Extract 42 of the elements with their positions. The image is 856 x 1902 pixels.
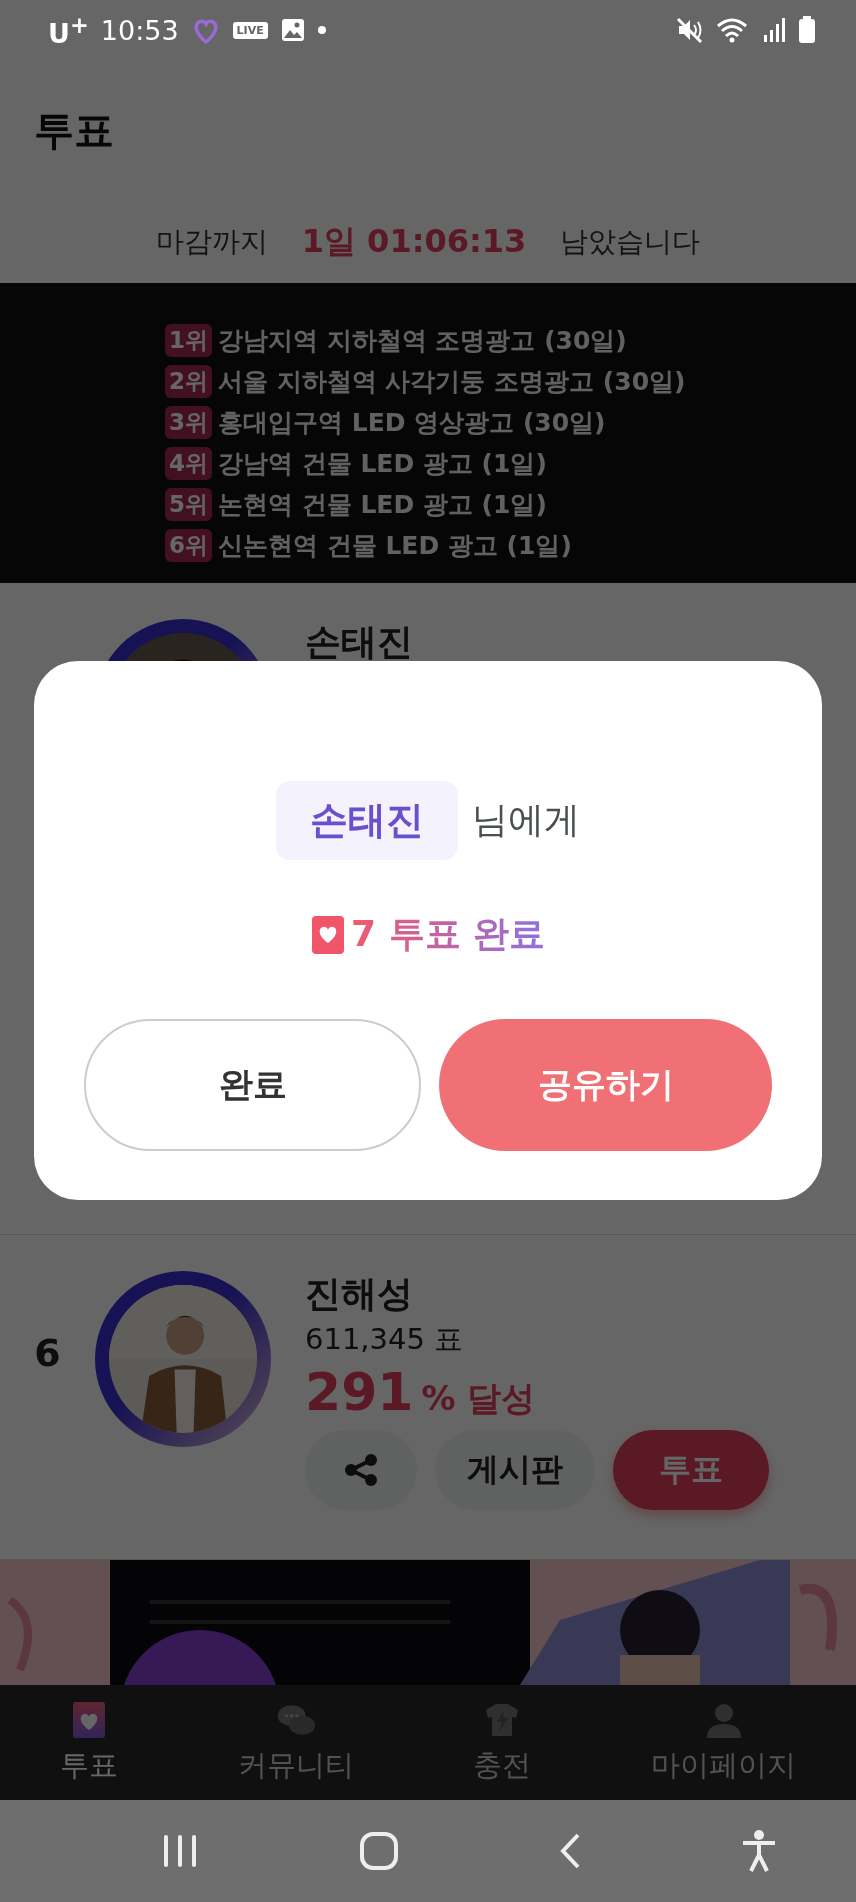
live-badge: LIVE — [232, 21, 268, 39]
prize-text: 신논현역 건물 LED 광고 (1일) — [218, 530, 572, 562]
board-button[interactable]: 게시판 — [435, 1429, 595, 1510]
rank-badge: 3위 — [165, 406, 212, 439]
signal-icon — [762, 17, 786, 43]
nav-tab[interactable]: 마이페이지 — [641, 1699, 807, 1786]
achievement-label: % 달성 — [421, 1376, 536, 1420]
countdown-suffix: 남았습니다 — [560, 223, 701, 260]
page-title: 투표 — [34, 105, 114, 155]
image-icon — [279, 17, 306, 43]
accessibility-icon[interactable] — [740, 1829, 777, 1873]
countdown-label: 마감까지 — [155, 223, 268, 260]
prize-text: 강남역 건물 LED 광고 (1일) — [218, 448, 547, 480]
nav-tab[interactable]: 투표 — [49, 1699, 128, 1786]
home-icon[interactable] — [358, 1831, 399, 1871]
rank-badge: 5위 — [165, 488, 212, 521]
prize-text: 강남지역 지하철역 조명광고 (30일) — [218, 325, 627, 357]
carrier-name: U$^{+}$ — [48, 11, 89, 49]
clock-time: 10:53 — [100, 14, 179, 46]
prize-text: 홍대입구역 LED 영상광고 (30일) — [218, 407, 606, 439]
rank-badge: 6위 — [165, 529, 212, 562]
rank-badge: 2위 — [165, 365, 212, 398]
rank-badge: 4위 — [165, 447, 212, 480]
share-button[interactable]: 공유하기 — [439, 1019, 772, 1151]
achievement-percent: 291 — [305, 1361, 414, 1422]
rank-badge: 1위 — [165, 324, 212, 357]
recipient-name: 손태진 — [276, 781, 458, 860]
battery-icon — [798, 16, 816, 44]
mute-icon — [676, 16, 704, 44]
vote-button[interactable]: 투표 — [613, 1429, 769, 1510]
recipient-suffix: 님에게 — [472, 798, 580, 842]
prize-text: 논현역 건물 LED 광고 (1일) — [218, 489, 547, 521]
dot-icon — [317, 26, 326, 34]
nav-tab[interactable]: 충전 — [463, 1699, 542, 1786]
candidate-name: 진해성 — [305, 1272, 413, 1316]
candidate-name: 손태진 — [305, 620, 413, 664]
nav-tab[interactable]: 커뮤니티 — [227, 1699, 364, 1786]
countdown-time: 1일 01:06:13 — [301, 220, 527, 262]
done-button[interactable]: 완료 — [84, 1019, 421, 1151]
prize-text: 서울 지하철역 사각기둥 조명광고 (30일) — [218, 366, 686, 398]
rank-number: 6 — [34, 1331, 61, 1377]
vote-count: 611,345 표 — [305, 1320, 464, 1358]
